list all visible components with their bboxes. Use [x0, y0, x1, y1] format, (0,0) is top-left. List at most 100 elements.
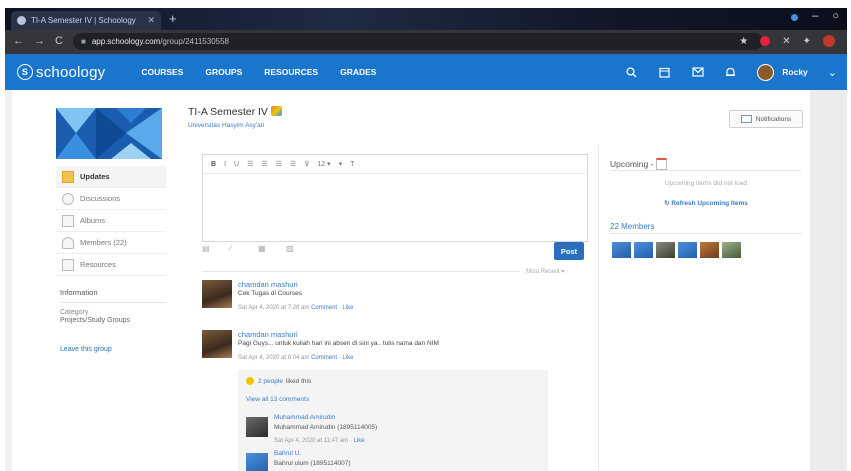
group-information: Information Category Projects/Study Grou… [56, 288, 166, 324]
underline-button[interactable]: U [234, 161, 239, 168]
notifications-button[interactable]: Notifications [729, 110, 803, 128]
browser-profile-icon[interactable] [823, 35, 835, 47]
upcoming-divider [610, 170, 802, 171]
post-editor[interactable]: B I U ☰ ☰ ☰ ☰ ⊽ 12 ▾ ▾ T [202, 154, 588, 242]
puzzle-icon[interactable]: ✦ [803, 36, 811, 47]
bold-button[interactable]: B [211, 161, 216, 168]
feed-divider [202, 271, 520, 272]
post-author[interactable]: chamdan mashuri [238, 330, 298, 339]
search-icon[interactable] [625, 66, 638, 78]
comment-author[interactable]: Muhammad Amirudin [274, 414, 335, 421]
reload-icon[interactable]: C [55, 35, 63, 47]
sidebar-item-label: Albums [80, 216, 106, 225]
user-avatar[interactable] [757, 63, 775, 81]
indent-icon[interactable]: ☰ [290, 160, 296, 168]
user-name[interactable]: Rocky [782, 67, 808, 77]
upcoming-empty-text: Upcoming items did not load [664, 180, 747, 187]
attachment-options: ▤ ⁄ ▦ ▧ [202, 244, 300, 258]
italic-button[interactable]: I [224, 161, 226, 168]
resource-attach-icon[interactable]: ▦ [258, 244, 272, 258]
author-avatar[interactable] [202, 280, 232, 308]
member-avatar[interactable] [612, 242, 631, 258]
nav-resources[interactable]: RESOURCES [264, 67, 318, 77]
maximize-icon[interactable]: ○ [832, 10, 839, 22]
comment-link[interactable]: Comment [311, 355, 337, 361]
notifications-bell-icon[interactable] [724, 66, 737, 78]
commenter-avatar[interactable] [246, 453, 268, 471]
sidebar-item-updates[interactable]: Updates [56, 166, 166, 188]
sidebar-item-discussions[interactable]: Discussions [56, 188, 166, 210]
browser-tab[interactable]: TI-A Semester IV | Schoology ✕ [11, 11, 161, 30]
back-icon[interactable]: ← [13, 35, 24, 47]
group-emoji-icon [270, 106, 282, 116]
post-meta: Sat Apr 4, 2020 at 7:28 am Comment · Lik… [238, 305, 354, 311]
comment-link[interactable]: Comment [311, 305, 337, 311]
refresh-upcoming-link[interactable]: ↻ Refresh Upcoming Items [610, 199, 802, 207]
tab-favicon-icon [17, 16, 26, 25]
ordered-list-icon[interactable]: ☰ [247, 160, 253, 168]
clear-format-button[interactable]: T [350, 161, 354, 168]
sidebar-item-label: Updates [80, 172, 110, 181]
nav-groups[interactable]: GROUPS [205, 67, 242, 77]
likes-people-link[interactable]: 2 people [258, 378, 283, 385]
refresh-label: Refresh Upcoming Items [671, 200, 748, 207]
author-avatar[interactable] [202, 330, 232, 358]
member-avatar[interactable] [634, 242, 653, 258]
post-author[interactable]: chamdan mashuri [238, 280, 298, 289]
bookmark-star-icon[interactable]: ★ [739, 36, 748, 47]
members-icon [62, 236, 74, 249]
content-area: Updates Discussions Albums Members (22) … [12, 90, 810, 471]
extension-icon[interactable] [760, 36, 771, 46]
browser-nav: ← → C [13, 35, 63, 47]
new-tab-button[interactable]: + [169, 11, 177, 26]
page-gutter [810, 90, 847, 471]
comment-like-link[interactable]: Like [354, 438, 365, 444]
user-menu-chevron-icon[interactable]: ⌄ [828, 66, 837, 79]
like-smiley-icon [246, 377, 254, 385]
group-title: TI-A Semester IV [188, 106, 268, 118]
embed-attach-icon[interactable]: ▧ [286, 244, 300, 258]
like-link[interactable]: Like [342, 305, 353, 311]
members-avatars [612, 242, 741, 258]
comment-author[interactable]: Bahrul U. [274, 450, 301, 457]
minimize-icon[interactable]: – [812, 10, 818, 22]
post-button[interactable]: Post [554, 242, 584, 260]
nav-courses[interactable]: COURSES [141, 67, 183, 77]
tab-close-icon[interactable]: ✕ [147, 15, 155, 26]
member-avatar[interactable] [700, 242, 719, 258]
schoology-logo[interactable]: S schoology [17, 64, 105, 81]
forward-icon[interactable]: → [34, 35, 45, 47]
lock-icon: ■ [81, 37, 86, 46]
members-heading[interactable]: 22 Members [610, 222, 654, 231]
url-input[interactable]: ■ app.schoology.com /group/2411530558 [73, 33, 763, 50]
comments-box: 2 people liked this View all 13 comments… [238, 370, 548, 471]
view-all-comments-link[interactable]: View all 13 comments [246, 396, 309, 403]
calendar-icon[interactable] [658, 66, 671, 78]
sort-select[interactable]: Most Recent ▾ [526, 268, 564, 275]
leave-group-link[interactable]: Leave this group [56, 346, 166, 353]
color-select[interactable]: ▾ [339, 160, 343, 168]
font-size-select[interactable]: 12 ▾ [317, 160, 330, 168]
member-avatar[interactable] [722, 242, 741, 258]
envelope-icon [740, 115, 752, 123]
format-icon[interactable]: ⊽ [304, 160, 309, 168]
commenter-avatar[interactable] [246, 417, 268, 437]
link-attach-icon[interactable]: ⁄ [230, 244, 244, 258]
close-extension-icon[interactable]: ✕ [782, 36, 790, 47]
category-value: Projects/Study Groups [60, 317, 131, 324]
nav-grades[interactable]: GRADES [340, 67, 376, 77]
address-bar: ← → C ■ app.schoology.com /group/2411530… [5, 30, 847, 54]
align-icon[interactable]: ☰ [276, 160, 282, 168]
sidebar-item-albums[interactable]: Albums [56, 210, 166, 232]
sidebar-item-members[interactable]: Members (22) [56, 232, 166, 254]
like-link[interactable]: Like [342, 355, 353, 361]
feed-post: chamdan mashuri Pagi Guys... untuk kulia… [202, 330, 582, 364]
member-avatar[interactable] [656, 242, 675, 258]
bullet-list-icon[interactable]: ☰ [261, 160, 267, 168]
group-school-link[interactable]: Universitas Hasyim Asy'ari [188, 122, 264, 129]
member-avatar[interactable] [678, 242, 697, 258]
schoology-navbar: S schoology COURSES GROUPS RESOURCES GRA… [5, 54, 847, 90]
messages-icon[interactable] [691, 66, 704, 78]
file-attach-icon[interactable]: ▤ [202, 244, 216, 258]
sidebar-item-resources[interactable]: Resources [56, 254, 166, 276]
